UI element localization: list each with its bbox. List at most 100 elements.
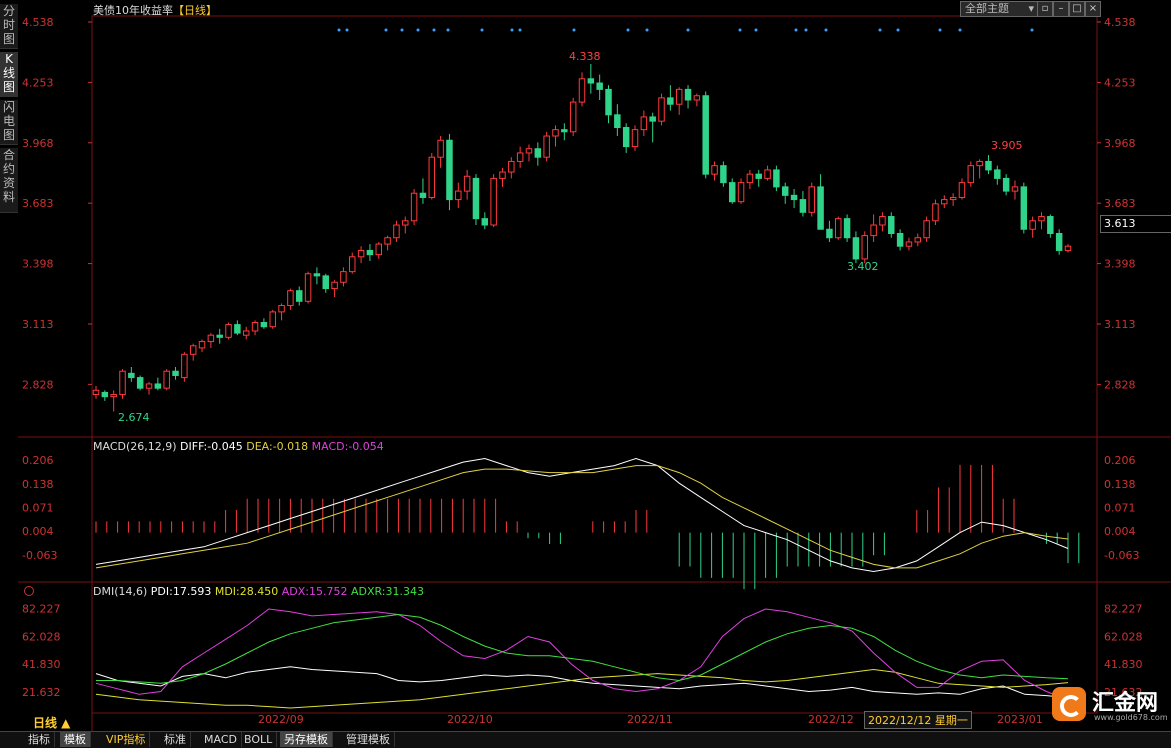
dmi-mdi-value: MDI:28.450 (214, 585, 279, 598)
candle (720, 165, 727, 184)
dmi-pdi-line (95, 666, 1069, 699)
chart-window: 4.538 4.538 4.253 4.253 3.968 3.968 3.683 3.683… (0, 0, 1171, 748)
candle (225, 324, 232, 338)
candle (508, 160, 515, 173)
candle (119, 370, 126, 396)
event-dot (345, 28, 349, 32)
event-dot (510, 28, 514, 32)
candle (693, 95, 701, 101)
event-dot (400, 28, 404, 32)
candle (852, 237, 860, 260)
candle (764, 169, 771, 179)
plot-frame (91, 15, 1098, 714)
maximize-icon[interactable]: □ (1069, 1, 1085, 17)
candle (136, 377, 144, 389)
tab-indicator[interactable]: 指标 (24, 732, 55, 747)
annotation-high: 4.338 (569, 50, 601, 63)
minimize-icon[interactable]: – (1053, 1, 1069, 17)
instrument-title: 美债10年收益率 (93, 4, 173, 17)
candle (552, 129, 559, 137)
macd-value: MACD:-0.054 (311, 440, 384, 453)
tab-vip-indicator[interactable]: VIP指标 (102, 732, 151, 747)
dmi-adxr-line (96, 613, 1069, 684)
candle (534, 148, 542, 158)
candle (949, 196, 957, 201)
tab-standard[interactable]: 标准 (160, 732, 191, 747)
candle (561, 129, 568, 133)
candle (826, 228, 833, 239)
current-price-box: 3.613 (1100, 215, 1171, 233)
macd-diff-value: DIFF:-0.045 (180, 440, 243, 453)
candle (870, 224, 877, 237)
candle (402, 220, 409, 226)
candle (843, 218, 851, 239)
candle (1055, 232, 1063, 251)
candle (861, 235, 869, 260)
side-tab-contract[interactable]: 合约资料 (0, 148, 18, 213)
cursor-date-label: 2022/12/12 星期一 (864, 711, 972, 729)
tab-manage-template[interactable]: 管理模板 (342, 732, 395, 747)
candle (587, 78, 595, 84)
side-tab-flash[interactable]: 闪电图 (0, 100, 18, 145)
side-tab-timeshare[interactable]: 分时图 (0, 4, 18, 49)
candle (216, 334, 223, 338)
y-tick-label: 41.830 (22, 658, 61, 671)
gold678-logo: 汇金网 www.gold678.com (1050, 685, 1168, 729)
chevron-down-icon: ▾ (1028, 2, 1034, 15)
tab-save-template[interactable]: 另存模板 (280, 732, 333, 747)
candle (994, 169, 1001, 179)
candle (481, 218, 489, 226)
candle (181, 353, 188, 379)
dmi-adxr-value: ADXR:31.343 (350, 585, 424, 598)
tab-macd[interactable]: MACD (200, 732, 242, 747)
y-tick-label: 3.113 (22, 318, 54, 331)
settings-dot-icon[interactable] (24, 586, 34, 596)
candle (578, 78, 586, 103)
y-tick-label: -0.063 (1104, 549, 1139, 562)
candle (375, 243, 383, 256)
y-tick-label: 0.004 (1104, 525, 1136, 538)
side-tab-kline[interactable]: K线图 (0, 52, 18, 97)
candle (631, 129, 639, 148)
event-dot (794, 28, 798, 32)
y-tick-label: 4.253 (1104, 76, 1136, 89)
candle (145, 383, 153, 389)
dmi-adx-value: ADX:15.752 (281, 585, 348, 598)
candle (569, 101, 577, 133)
theme-select-label: 全部主题 (965, 2, 1009, 15)
y-tick-label: 4.253 (22, 76, 54, 89)
close-icon[interactable]: × (1085, 1, 1101, 17)
event-dot (824, 28, 828, 32)
candle (278, 305, 285, 313)
event-dot (938, 28, 942, 32)
candle (295, 290, 303, 302)
candle (1002, 177, 1010, 192)
candle (490, 177, 497, 226)
tab-boll[interactable]: BOLL (240, 732, 278, 747)
candle (322, 275, 329, 290)
candle (189, 345, 197, 355)
dmi-adx-line (95, 608, 1069, 701)
macd-dea-value: DEA:-0.018 (246, 440, 309, 453)
candle (455, 190, 462, 201)
chart-canvas[interactable]: 4.538 4.538 4.253 4.253 3.968 3.968 3.683 3.683… (0, 0, 1171, 731)
candle (888, 216, 895, 234)
restore-icon[interactable]: ▫ (1037, 1, 1053, 17)
candle (1020, 186, 1028, 230)
event-dot (384, 28, 388, 32)
x-month-label: 2022/10 (447, 713, 493, 726)
tab-template[interactable]: 模板 (60, 732, 91, 747)
event-dot (337, 28, 341, 32)
candle (163, 370, 170, 389)
y-tick-label: 0.138 (1104, 478, 1136, 491)
event-dot (754, 28, 758, 32)
event-dot (878, 28, 882, 32)
candle (896, 232, 904, 247)
event-dot (804, 28, 808, 32)
candle (1029, 220, 1036, 230)
period-toggle[interactable]: 日线 ▲ (33, 714, 70, 731)
candle (260, 321, 268, 328)
theme-select[interactable]: 全部主题 ▾ (960, 1, 1038, 17)
y-tick-label: 0.138 (22, 478, 54, 491)
dmi-mdi-line (95, 668, 1069, 709)
